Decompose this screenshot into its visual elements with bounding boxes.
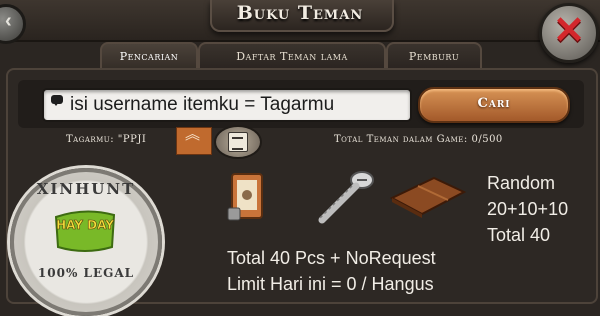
- deed-item-icon: [227, 173, 263, 221]
- search-button[interactable]: Cari: [418, 87, 570, 123]
- arrow-up-icon: ︽: [185, 126, 201, 143]
- friends-count: Total Teman dalam Game: 0/500: [334, 134, 503, 145]
- tab-pencarian[interactable]: Pencarian: [100, 42, 198, 70]
- notes-icon: [228, 132, 248, 152]
- copy-tag-button[interactable]: ︽: [176, 127, 212, 155]
- plank-item-icon: [389, 176, 467, 218]
- tag-label: Tagarmu: "PPJI: [66, 134, 147, 145]
- search-input[interactable]: isi username itemku = Tagarmu: [42, 88, 412, 122]
- close-button[interactable]: ✕: [539, 3, 599, 63]
- hayday-logo: HAY DAY: [54, 210, 116, 252]
- random-line-1: Random: [487, 173, 556, 193]
- tab-pemburu[interactable]: Pemburu: [386, 42, 482, 70]
- page-title: Buku Teman: [236, 2, 364, 24]
- logo-text-hay: HAY DAY: [56, 218, 114, 232]
- notes-button[interactable]: [214, 125, 262, 159]
- screw-item-icon: [318, 171, 374, 224]
- search-button-label: Cari: [477, 96, 511, 111]
- limit-line: Limit Hari ini = 0 / Hangus: [227, 274, 434, 294]
- random-line-3: Total 40: [487, 225, 551, 245]
- close-icon: ✕: [553, 10, 585, 52]
- stamp-top-text: XINHUNT: [36, 180, 136, 198]
- back-icon: ‹: [5, 10, 12, 32]
- tab-daftar-teman-lama[interactable]: Daftar Teman lama: [198, 42, 386, 70]
- random-line-2: 20+10+10: [487, 199, 569, 219]
- total-line: Total 40 Pcs + NoRequest: [227, 248, 436, 268]
- chat-icon: [51, 95, 63, 106]
- search-input-value: isi username itemku = Tagarmu: [70, 94, 335, 115]
- stamp-bottom-text: 100% LEGAL: [37, 266, 135, 280]
